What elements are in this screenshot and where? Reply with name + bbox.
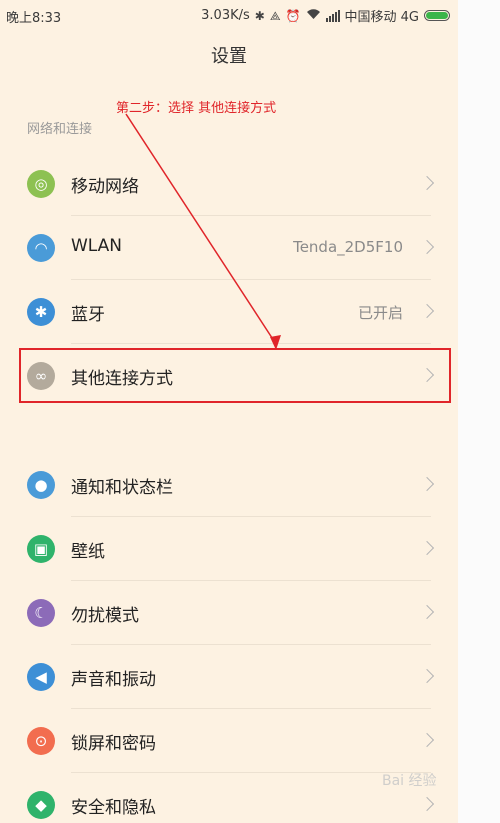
- settings-row[interactable]: ● 通知和状态栏: [0, 453, 458, 517]
- bluetooth-icon: ✱: [27, 298, 55, 326]
- settings-row-label: 勿扰模式: [71, 606, 139, 626]
- page-margin: [458, 0, 500, 823]
- mobile-network-icon: ◎: [27, 170, 55, 198]
- sound-icon: ◀: [27, 663, 55, 691]
- settings-row-label: 声音和振动: [71, 670, 156, 690]
- settings-row[interactable]: ◠ WLAN Tenda_2D5F10: [0, 216, 458, 280]
- carrier-label: 中国移动 4G: [344, 10, 419, 25]
- shield-icon: ◆: [27, 791, 55, 819]
- settings-row-label: 通知和状态栏: [71, 478, 173, 498]
- section-label-network: 网络和连接: [27, 122, 93, 137]
- bluetooth-icon: ✱: [254, 8, 265, 23]
- settings-row-label: 蓝牙: [71, 305, 105, 325]
- wifi-icon: [306, 8, 321, 23]
- wifi-icon: ◠: [27, 234, 55, 262]
- settings-row-label: 移动网络: [71, 177, 139, 197]
- settings-screen: 晚上8:33 3.03K/s ✱ ⟁ ⏰ 中国移动 4G 设置 网络和连接 ◎ 移…: [0, 0, 458, 823]
- network-speed: 3.03K/s: [201, 8, 250, 23]
- chevron-right-icon: [419, 732, 435, 748]
- notification-icon: ●: [27, 471, 55, 499]
- settings-row-label: 安全和隐私: [71, 798, 156, 818]
- chevron-right-icon: [419, 668, 435, 684]
- settings-row[interactable]: ▣ 壁纸: [0, 517, 458, 581]
- chevron-right-icon: [419, 796, 435, 812]
- chevron-right-icon: [419, 476, 435, 492]
- chevron-right-icon: [419, 604, 435, 620]
- settings-row[interactable]: ◎ 移动网络: [0, 152, 458, 216]
- wallpaper-icon: ▣: [27, 535, 55, 563]
- status-bar: 晚上8:33 3.03K/s ✱ ⟁ ⏰ 中国移动 4G: [0, 0, 458, 30]
- annotation-text: 第二步：选择 其他连接方式: [116, 101, 277, 116]
- vibrate-icon: ⟁: [269, 8, 281, 23]
- settings-row[interactable]: ✱ 蓝牙 已开启: [0, 280, 458, 344]
- signal-icon: [325, 9, 340, 22]
- settings-row[interactable]: ⊙ 锁屏和密码: [0, 709, 458, 773]
- status-right-group: 3.03K/s ✱ ⟁ ⏰ 中国移动 4G: [201, 6, 450, 25]
- battery-icon: [424, 10, 450, 21]
- highlight-box: [19, 348, 451, 403]
- moon-icon: ☾: [27, 599, 55, 627]
- status-time: 晚上8:33: [6, 11, 62, 26]
- settings-row[interactable]: ◀ 声音和振动: [0, 645, 458, 709]
- settings-row-value: 已开启: [357, 304, 403, 322]
- chevron-right-icon: [419, 540, 435, 556]
- chevron-right-icon: [419, 175, 435, 191]
- lock-icon: ⊙: [27, 727, 55, 755]
- settings-row-label: WLAN: [71, 236, 123, 256]
- settings-row-label: 锁屏和密码: [71, 734, 156, 754]
- alarm-icon: ⏰: [285, 8, 301, 23]
- chevron-right-icon: [419, 239, 435, 255]
- settings-row-label: 壁纸: [71, 542, 105, 562]
- page-title: 设置: [211, 46, 247, 67]
- settings-row[interactable]: ☾ 勿扰模式: [0, 581, 458, 645]
- baidu-jingyan-watermark: Bai 经验: [382, 773, 437, 789]
- settings-row-value: Tenda_2D5F10: [293, 238, 403, 256]
- chevron-right-icon: [419, 303, 435, 319]
